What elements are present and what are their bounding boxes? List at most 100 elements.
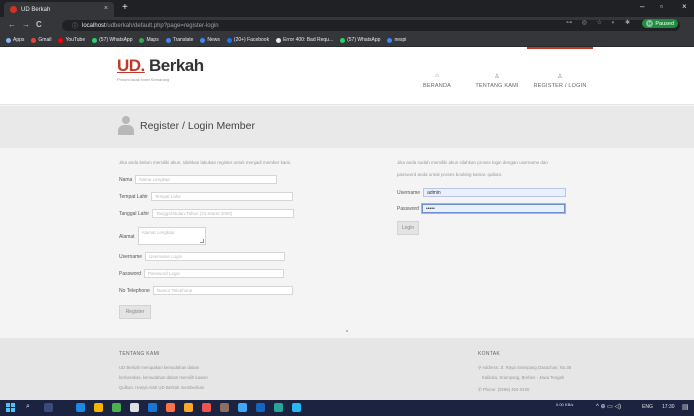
login-password-input[interactable]: •••••: [421, 204, 565, 213]
app-icon[interactable]: [238, 403, 247, 412]
home-icon: ⌂: [435, 73, 439, 79]
site-footer: TENTANG KAMI UD Berkah merupakan kemudah…: [0, 338, 694, 400]
bookmark-item[interactable]: (20+) Facebook: [226, 37, 270, 43]
resize-grip-icon[interactable]: [199, 239, 204, 243]
reload-button[interactable]: C: [36, 20, 42, 29]
system-tray-icons[interactable]: ^ ⊕ ▭ ◁): [596, 403, 621, 410]
maximize-button[interactable]: ▫: [660, 2, 663, 11]
app-icon[interactable]: [292, 403, 301, 412]
bookmark-item[interactable]: Error 400: Bad Requ...: [276, 37, 333, 43]
login-button[interactable]: Login: [397, 221, 419, 235]
bookmark-item[interactable]: Apps: [6, 37, 24, 43]
footer-contact-line: ⚲ Address: Jl. Raya Srampang Dasachan, N…: [478, 363, 571, 372]
bookmark-label: (57) WhatsApp: [99, 37, 133, 43]
windows-taskbar: ⌕ 0.00 KB/s ^ ⊕ ▭ ◁) ENG 17:30 ▤: [0, 400, 694, 416]
tanggal-lahir-input[interactable]: Tanggal-Bulan-Tahun (31-Maret-2000): [152, 209, 295, 218]
tab-title: UD Berkah: [21, 6, 51, 13]
bookmark-favicon-icon: [226, 37, 232, 43]
site-tagline: Proses lacak hotel Semarang: [117, 77, 170, 82]
new-tab-button[interactable]: +: [122, 2, 128, 13]
bookmark-label: nespi: [394, 37, 407, 43]
app-icon[interactable]: [274, 403, 283, 412]
login-password-label: Password: [397, 205, 419, 212]
site-logo[interactable]: UD. Berkah: [117, 56, 204, 76]
bookmark-item[interactable]: nespi: [387, 37, 406, 43]
tab-close-icon[interactable]: ×: [104, 5, 108, 12]
login-intro-line2: password anda untuk proses booking kamar…: [397, 172, 503, 177]
app-icon[interactable]: [184, 403, 193, 412]
form-row-tempat-lahir: Tempat Lahir Tempat Lahir: [119, 192, 293, 201]
bookmark-favicon-icon: [387, 37, 393, 43]
register-intro: Jika anda belum memiliki akun, silahkan …: [119, 160, 292, 165]
bookmark-favicon-icon: [6, 37, 11, 43]
bookmark-item[interactable]: Translate: [165, 37, 193, 43]
back-button[interactable]: ←: [8, 20, 16, 29]
file-explorer-icon[interactable]: [94, 403, 103, 412]
bookmark-item[interactable]: YouTube: [58, 37, 85, 43]
user-icon: ♙: [557, 74, 563, 80]
bookmark-item[interactable]: (57) WhatsApp: [340, 37, 380, 43]
register-username-input[interactable]: Username Login: [145, 252, 286, 261]
bookmark-favicon-icon: [139, 37, 145, 43]
app-icon[interactable]: [256, 403, 265, 412]
forward-button[interactable]: →: [22, 20, 30, 29]
register-button[interactable]: Register: [119, 305, 151, 319]
profile-avatar: H: [646, 20, 654, 27]
search-icon[interactable]: ⌕: [26, 403, 30, 411]
bookmark-item[interactable]: News: [200, 37, 220, 43]
store-icon[interactable]: [112, 403, 121, 412]
profile-button[interactable]: H Paused: [642, 19, 678, 28]
alamat-textarea[interactable]: Alamat Lengkap: [137, 227, 206, 245]
bookmark-item[interactable]: Maps: [139, 37, 159, 43]
close-window-button[interactable]: ×: [682, 2, 687, 11]
bookmark-favicon-icon: [92, 37, 98, 43]
browser-tab[interactable]: UD Berkah ×: [4, 2, 114, 17]
site-info-icon[interactable]: ⓘ: [72, 21, 78, 30]
minimize-button[interactable]: –: [640, 2, 644, 11]
login-username-input[interactable]: admin: [423, 188, 567, 197]
nav-beranda[interactable]: ⌂ BERANDA: [407, 47, 467, 105]
tempat-lahir-input[interactable]: Tempat Lahir: [150, 192, 293, 201]
login-row-username: Username admin: [397, 188, 567, 197]
username-label: Username: [119, 253, 143, 260]
bookmark-label: YouTube: [65, 37, 86, 43]
form-row-telephone: No Telephone Nomor Telephone: [119, 286, 293, 295]
register-password-input[interactable]: Password Login: [143, 269, 284, 278]
clock[interactable]: 17:30: [662, 404, 675, 410]
divider-dot: [346, 330, 348, 332]
notification-icon[interactable]: ▤: [682, 403, 689, 411]
bookmark-label: (20+) Facebook: [233, 37, 270, 43]
bookmark-label: (57) WhatsApp: [347, 37, 381, 43]
footer-about-title: TENTANG KAMI: [119, 351, 160, 357]
app-icon[interactable]: [220, 403, 229, 412]
bookmark-favicon-icon: [58, 37, 64, 43]
telephone-label: No Telephone: [119, 287, 150, 294]
edge-icon[interactable]: [76, 403, 85, 412]
tanggal-lahir-label: Tanggal Lahir: [119, 210, 150, 217]
login-row-password: Password •••••: [397, 204, 565, 213]
nav-tentang-kami[interactable]: ♙ TENTANG KAMI: [467, 47, 527, 105]
login-username-label: Username: [397, 189, 421, 196]
mail-icon[interactable]: [148, 403, 157, 412]
nama-input[interactable]: Nama Lengkap: [135, 175, 278, 184]
bookmark-favicon-icon: [200, 37, 206, 43]
toolbar-icons[interactable]: ⊶ ◎ ☆ ◐ ✱: [566, 19, 634, 26]
form-row-password: Password Password Login: [119, 269, 284, 278]
language-indicator[interactable]: ENG: [642, 404, 653, 410]
logo-name: Berkah: [144, 56, 204, 75]
bookmark-item[interactable]: (57) WhatsApp: [92, 37, 132, 43]
phone-text: Phone: (0286) 404-0100: [482, 387, 530, 392]
chrome-icon[interactable]: [130, 403, 139, 412]
nav-label: REGISTER / LOGIN: [533, 83, 587, 89]
windows-start-icon[interactable]: [6, 403, 15, 412]
logo-ud: UD.: [117, 56, 145, 75]
url-path: /udberkah/default.php?page=register-logi…: [105, 22, 219, 29]
telephone-input[interactable]: Nomor Telephone: [152, 286, 293, 295]
bookmark-item[interactable]: Gmail: [31, 37, 51, 43]
app-icon[interactable]: [202, 403, 211, 412]
page-title-bar: Register / Login Member: [0, 106, 694, 148]
bookmark-label: Maps: [146, 37, 159, 43]
nav-register-login[interactable]: ♙ REGISTER / LOGIN: [527, 47, 593, 105]
app-icon[interactable]: [166, 403, 175, 412]
task-view-icon[interactable]: [44, 403, 53, 412]
